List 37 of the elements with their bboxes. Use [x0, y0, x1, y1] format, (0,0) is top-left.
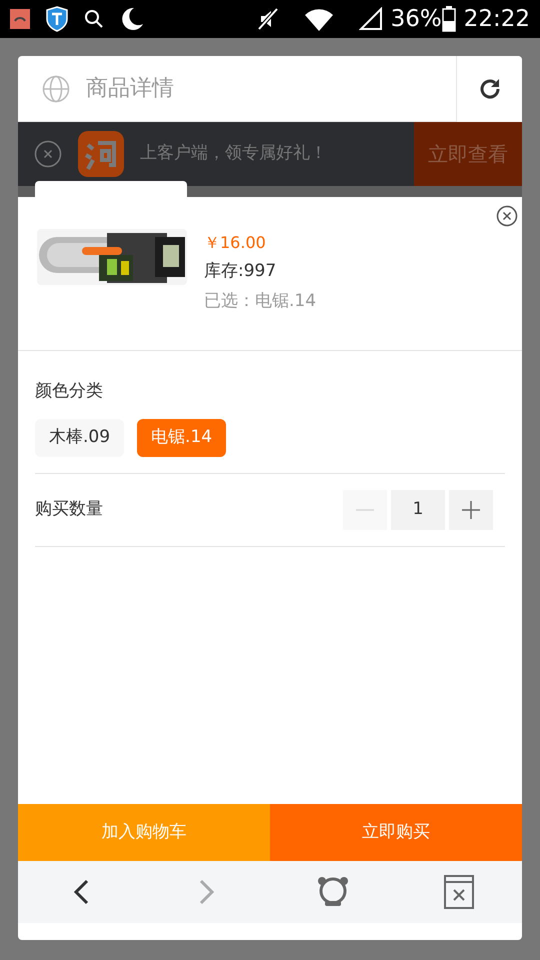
close-window-icon	[444, 875, 474, 909]
add-to-cart-button[interactable]: 加入购物车	[18, 804, 270, 861]
page-title: 商品详情	[86, 75, 175, 103]
clock: 22:22	[464, 4, 530, 34]
close-icon[interactable]	[34, 140, 62, 168]
app-logo-icon	[78, 131, 124, 177]
option-chip[interactable]: 电锯.14	[137, 418, 226, 456]
selected-variant: 已选：电锯.14	[204, 290, 316, 312]
back-icon	[73, 879, 89, 905]
stock-count: 库存:997	[204, 260, 278, 283]
option-chip[interactable]: 木棒.09	[35, 418, 124, 456]
battery-percent: 36%	[390, 4, 442, 34]
signal-icon	[358, 7, 383, 31]
buy-now-button[interactable]: 立即购买	[270, 804, 522, 861]
forward-icon	[199, 879, 215, 905]
bear-icon	[317, 876, 349, 908]
plus-icon	[461, 500, 481, 520]
plus-button[interactable]	[449, 490, 493, 530]
wifi-icon	[302, 7, 335, 31]
battery-icon	[442, 6, 456, 32]
moon-icon	[120, 7, 144, 31]
globe-icon	[42, 74, 70, 102]
close-button[interactable]	[496, 203, 518, 227]
quantity-field[interactable]: 1	[391, 490, 445, 530]
refresh-button[interactable]	[456, 56, 522, 122]
banner-text: 上客户端，领专属好礼！	[140, 142, 328, 166]
mute-icon	[256, 7, 279, 31]
app-icon	[10, 9, 30, 29]
shield-icon	[46, 6, 68, 32]
close-icon	[496, 204, 518, 227]
search-icon	[84, 9, 104, 29]
view-now-button[interactable]: 立即查看	[414, 122, 522, 186]
quantity-label: 购买数量	[35, 498, 104, 521]
price: ￥16.00	[204, 232, 267, 254]
minus-icon	[355, 508, 375, 510]
section-label: 颜色分类	[35, 380, 104, 403]
refresh-icon	[478, 76, 502, 100]
